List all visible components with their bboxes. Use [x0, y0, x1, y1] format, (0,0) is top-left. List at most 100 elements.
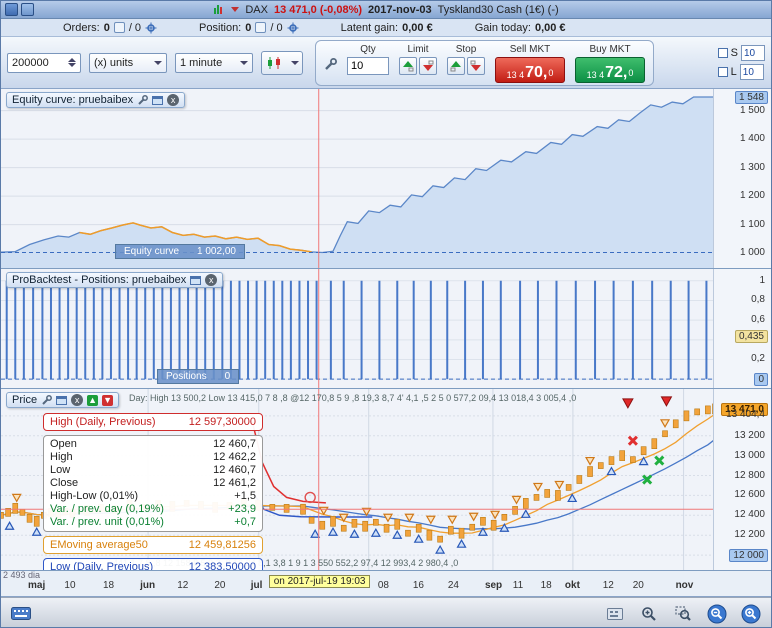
price-panel-title: Price: [12, 394, 38, 406]
position-list-icon[interactable]: [255, 22, 267, 33]
stop-sell-button[interactable]: [467, 56, 485, 75]
position-label: Position:: [199, 21, 242, 34]
price-axis-label: 12 400: [734, 509, 765, 521]
amount-stepper[interactable]: 200000: [7, 52, 81, 73]
equity-curve-flag: Equity curve 1 002,00: [115, 244, 245, 259]
orders-group: Orders: 0 / 0: [63, 22, 157, 34]
gain-today-value: 0,00 €: [534, 21, 566, 34]
sell-marker-icon[interactable]: ▼: [102, 394, 114, 406]
positions-panel: ProBacktest - Positions: pruebaibex x Po…: [1, 269, 771, 389]
sell-column: Sell MKT 13 4 70, 0: [495, 44, 565, 83]
detach-window-icon[interactable]: [56, 395, 68, 405]
price-overlay-values-top: Day: High 13 500,2 Low 13 415,0 7 8 ,8 @…: [129, 393, 577, 403]
price-panel-header[interactable]: Price x ▲ ▼: [6, 392, 120, 408]
orders-slash: / 0: [128, 21, 142, 34]
time-axis-tick: 18: [102, 580, 115, 591]
amount-down-icon[interactable]: [68, 63, 76, 67]
keypad-icon[interactable]: [603, 602, 627, 626]
zoom-in-icon[interactable]: [637, 602, 661, 626]
window-layout-icon[interactable]: [21, 3, 34, 16]
tooltip-row: Var. / prev. unit (0,01%) +0,7: [50, 516, 256, 528]
positions-flag-label: Positions: [166, 371, 207, 382]
wrench-icon[interactable]: [137, 94, 149, 106]
position-group: Position: 0 / 0: [199, 22, 299, 34]
positions-panel-header[interactable]: ProBacktest - Positions: pruebaibex x: [6, 272, 224, 288]
equity-flag-label: Equity curve: [124, 246, 180, 257]
zoom-in-circle-icon[interactable]: [739, 602, 763, 626]
equity-axis-label: 1 200: [739, 190, 765, 202]
equity-axis-label: 1 100: [739, 218, 765, 230]
sell-mkt-button[interactable]: 13 4 70, 0: [495, 56, 565, 83]
tooltip-row: Open 12 460,7: [50, 438, 256, 450]
buy-mkt-label: Buy MKT: [589, 43, 631, 55]
detach-window-icon[interactable]: [190, 275, 202, 285]
status-row: Orders: 0 / 0 Position: 0 / 0 Latent gai…: [1, 19, 771, 37]
price-tooltip: High (Daily, Previous) 12 597,30000 Open…: [43, 413, 263, 570]
wrench-icon[interactable]: [324, 57, 337, 71]
position-gear-icon[interactable]: [287, 22, 299, 34]
limit-sell-button[interactable]: [419, 56, 437, 75]
timeframe-dropdown[interactable]: 1 minute: [175, 52, 253, 73]
orders-label: Orders:: [63, 21, 100, 34]
units-dropdown[interactable]: (x) units: [89, 52, 167, 73]
stop-column: Stop: [447, 44, 485, 75]
candlestick-icon: [267, 56, 280, 69]
detach-window-icon[interactable]: [152, 95, 164, 105]
time-axis-tick: sep: [484, 580, 503, 591]
equity-axis-label: 1 548: [734, 90, 768, 104]
window-menu-icon[interactable]: [5, 3, 18, 16]
limit-label: Limit: [407, 43, 429, 55]
buy-marker-icon[interactable]: ▲: [87, 394, 99, 406]
orders-list-icon[interactable]: [113, 22, 125, 33]
buy-price-decimal: 0: [628, 67, 634, 78]
quote-date: 2017-nov-03: [368, 3, 432, 16]
l-label: L: [730, 66, 737, 78]
time-axis-tick: nov: [675, 580, 694, 591]
sell-mkt-label: Sell MKT: [509, 43, 551, 55]
equity-axis-label: 1 400: [739, 133, 765, 145]
stop-limit-presets: S L: [717, 45, 765, 80]
chart-type-button[interactable]: [261, 50, 303, 75]
buy-mkt-button[interactable]: 13 4 72, 0: [575, 56, 645, 83]
time-axis-tick: jun: [140, 580, 156, 591]
market-name: Tyskland30 Cash (1€) (-): [437, 3, 559, 16]
orders-gear-icon[interactable]: [145, 22, 157, 34]
s-checkbox[interactable]: [717, 48, 728, 58]
tooltip-row: High 12 462,2: [50, 451, 256, 463]
qty-label: Qty: [360, 43, 376, 55]
instrument-dropdown-icon[interactable]: [231, 7, 240, 12]
s-input[interactable]: [741, 45, 765, 61]
time-axis[interactable]: 2 493 dia on 2017-jul-19 19:03 maj 10 18 ju…: [1, 570, 771, 597]
positions-flag-value: 0: [224, 371, 231, 382]
price-panel: Price x ▲ ▼ Day: High 13 500,2 Low 13 41…: [1, 389, 771, 571]
close-icon[interactable]: x: [205, 274, 218, 286]
bar-count-label: 2 493 dia: [3, 570, 41, 580]
chevron-down-icon: [154, 60, 162, 65]
titlebar: DAX 13 471,0 (-0,08%) 2017-nov-03 Tyskla…: [1, 1, 771, 19]
latent-gain-group: Latent gain: 0,00 €: [341, 22, 433, 34]
close-icon[interactable]: x: [167, 94, 180, 106]
equity-flag-value: 1 002,00: [197, 246, 236, 257]
equity-chart[interactable]: [1, 89, 715, 268]
wrench-icon[interactable]: [41, 394, 53, 406]
close-icon[interactable]: x: [71, 394, 84, 406]
keyboard-icon[interactable]: [9, 602, 33, 626]
zoom-selection-icon[interactable]: [671, 602, 695, 626]
instrument-name: DAX: [245, 3, 268, 16]
equity-panel-header[interactable]: Equity curve: pruebaibex x: [6, 92, 186, 108]
toolbar: 200000 (x) units 1 minute Qty Limit: [1, 37, 771, 89]
zoom-out-circle-icon[interactable]: [705, 602, 729, 626]
time-axis-tick: 11: [512, 580, 524, 591]
stop-buy-button[interactable]: [447, 56, 465, 75]
l-checkbox[interactable]: [717, 67, 728, 77]
chevron-down-icon: [240, 60, 248, 65]
equity-axis-label: 1 300: [739, 161, 765, 173]
position-count: 0: [245, 21, 252, 34]
amount-up-icon[interactable]: [68, 58, 76, 62]
limit-buy-button[interactable]: [399, 56, 417, 75]
l-input[interactable]: [739, 64, 764, 80]
qty-input[interactable]: [347, 56, 389, 75]
daily-high-value: 12 597,30000: [188, 416, 256, 428]
time-axis-tick: maj: [27, 580, 46, 591]
ema-label: EMoving average50: [50, 539, 148, 551]
